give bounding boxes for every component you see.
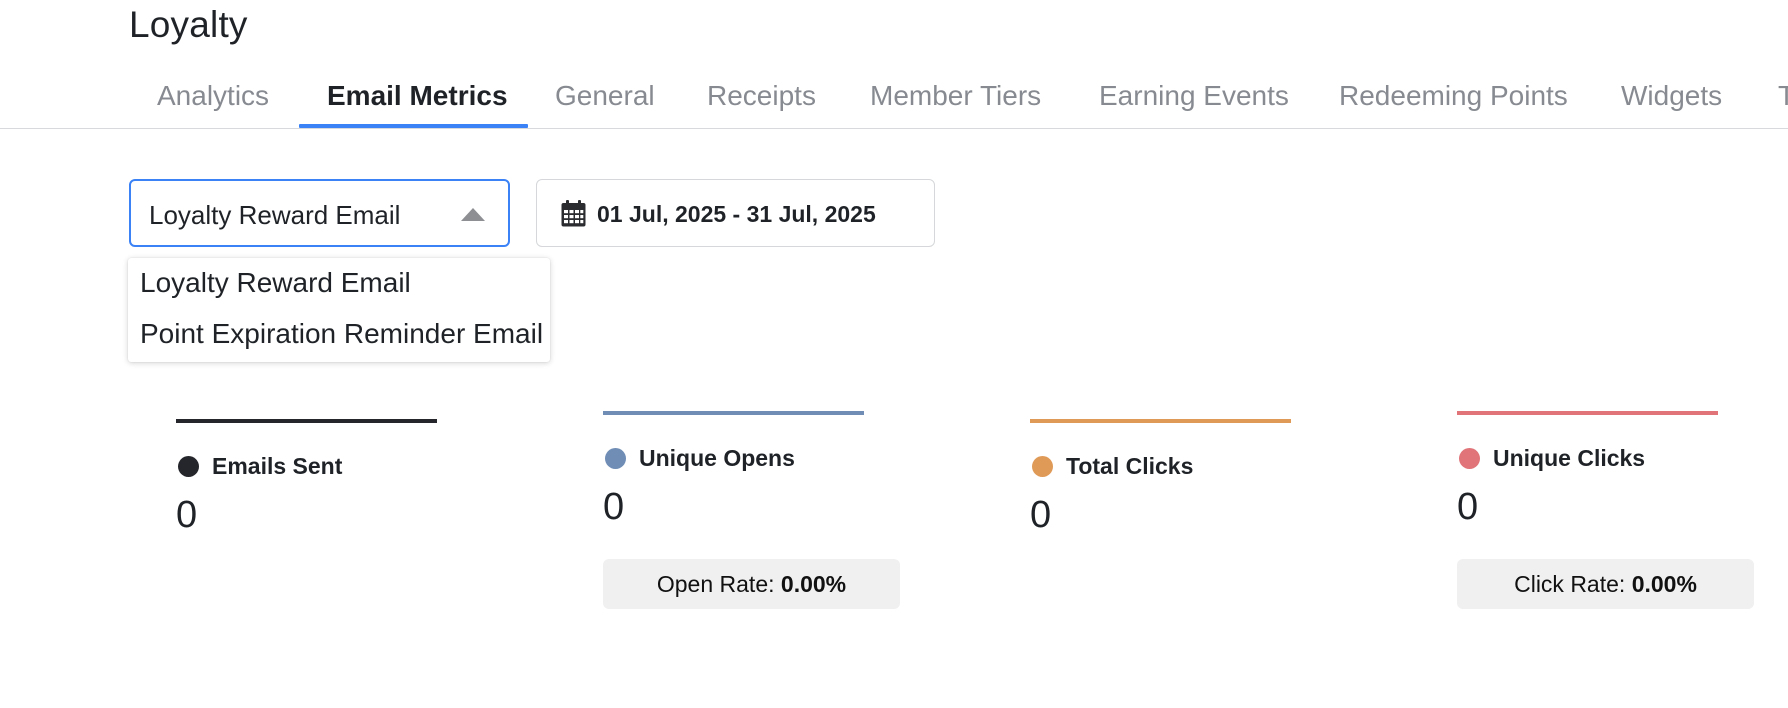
metric-bar bbox=[1030, 419, 1291, 423]
metric-bar bbox=[603, 411, 864, 415]
metric-value: 0 bbox=[1030, 494, 1052, 536]
click-rate-label: Click Rate: bbox=[1514, 571, 1626, 597]
metric-label: Unique Clicks bbox=[1493, 445, 1646, 471]
metric-bar bbox=[176, 419, 437, 423]
open-rate-badge: Open Rate: 0.00% bbox=[603, 559, 900, 609]
tab-receipts[interactable]: Receipts bbox=[707, 80, 816, 112]
tab-analytics[interactable]: Analytics bbox=[157, 80, 269, 112]
date-range-value: 01 Jul, 2025 - 31 Jul, 2025 bbox=[597, 201, 876, 227]
email-type-select-value: Loyalty Reward Email bbox=[149, 200, 401, 230]
tab-member-tiers[interactable]: Member Tiers bbox=[870, 80, 1041, 112]
metric-value: 0 bbox=[603, 486, 625, 528]
metric-label: Emails Sent bbox=[212, 453, 343, 479]
email-type-dropdown: Loyalty Reward Email Point Expiration Re… bbox=[128, 258, 550, 362]
metric-label: Total Clicks bbox=[1066, 453, 1194, 479]
open-rate-value: 0.00% bbox=[780, 571, 847, 597]
click-rate-value: 0.00% bbox=[1631, 571, 1697, 597]
metric-label: Unique Opens bbox=[639, 445, 795, 471]
unique-opens-dot-icon bbox=[605, 448, 626, 469]
tab-earning-events[interactable]: Earning Events bbox=[1099, 80, 1289, 112]
tab-widgets[interactable]: Widgets bbox=[1621, 80, 1722, 112]
tab-general[interactable]: General bbox=[555, 80, 655, 112]
date-range-picker[interactable]: 01 Jul, 2025 - 31 Jul, 2025 bbox=[536, 179, 935, 247]
page-title: Loyalty bbox=[129, 4, 248, 45]
option-point-expiration-reminder-email[interactable]: Point Expiration Reminder Email bbox=[140, 318, 543, 350]
total-clicks-dot-icon bbox=[1032, 456, 1053, 477]
caret-up-icon bbox=[461, 208, 485, 221]
metric-value: 0 bbox=[176, 494, 198, 536]
tab-redeeming-points[interactable]: Redeeming Points bbox=[1339, 80, 1568, 112]
calendar-icon bbox=[561, 200, 586, 227]
open-rate-label: Open Rate: bbox=[656, 571, 775, 597]
email-type-select[interactable]: Loyalty Reward Email bbox=[129, 179, 510, 247]
click-rate-badge: Click Rate: 0.00% bbox=[1457, 559, 1754, 609]
active-tab-indicator bbox=[299, 124, 528, 128]
option-loyalty-reward-email[interactable]: Loyalty Reward Email bbox=[140, 267, 411, 299]
tab-truncated[interactable]: T bbox=[1778, 80, 1788, 112]
emails-sent-dot-icon bbox=[178, 456, 199, 477]
metric-value: 0 bbox=[1457, 486, 1479, 528]
metric-bar bbox=[1457, 411, 1718, 415]
unique-clicks-dot-icon bbox=[1459, 448, 1480, 469]
tab-bar: Analytics Email Metrics General Receipts… bbox=[0, 60, 1788, 129]
tab-email-metrics[interactable]: Email Metrics bbox=[327, 80, 508, 112]
